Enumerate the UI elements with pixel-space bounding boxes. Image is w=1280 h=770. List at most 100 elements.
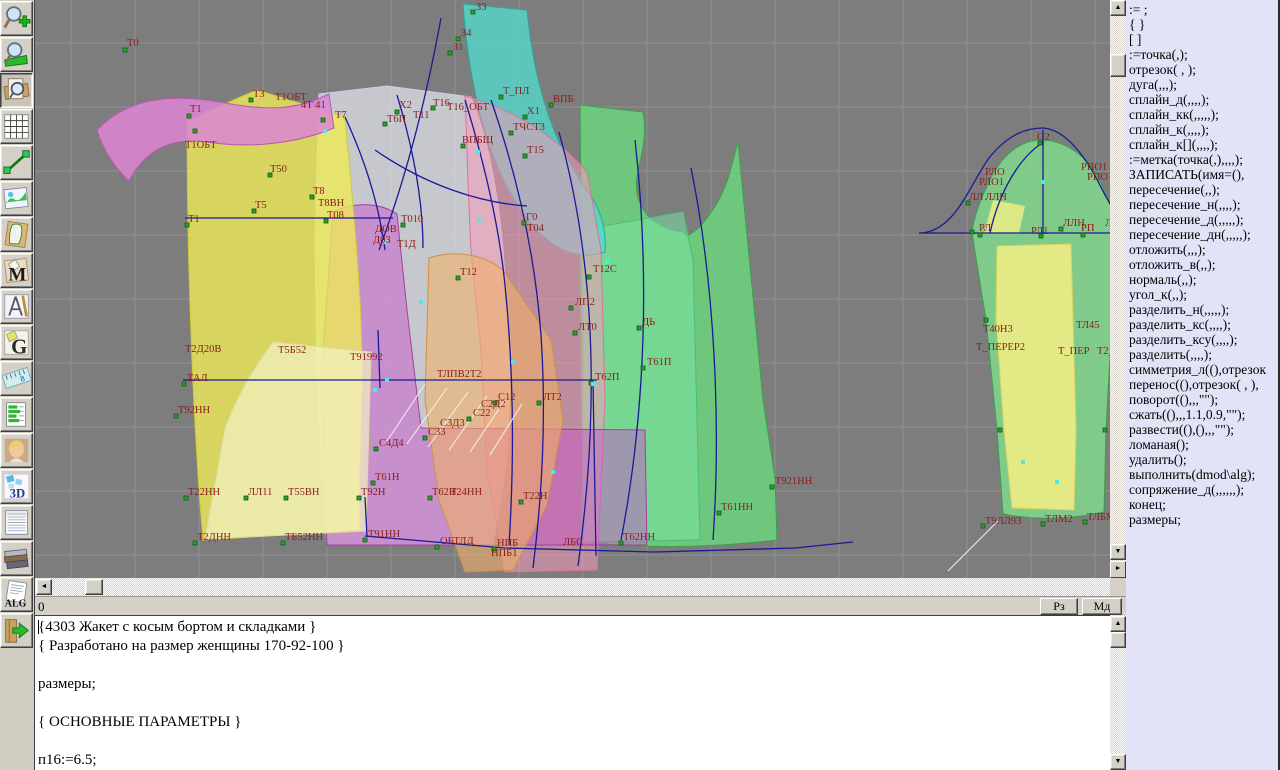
command-item[interactable]: сплайн_д(,,,,); [1129,92,1278,107]
command-item[interactable]: выполнить(dmod\alg); [1129,467,1278,482]
selected-point[interactable] [373,388,377,392]
construction-point[interactable] [573,331,577,335]
selected-point[interactable] [477,218,481,222]
grazia-g-button[interactable]: G [0,325,33,360]
construction-point[interactable] [435,545,439,549]
command-item[interactable]: размеры; [1129,512,1278,527]
command-item[interactable]: развести((),(),,,""); [1129,422,1278,437]
command-item[interactable]: :=метка(точка(,),,,,); [1129,152,1278,167]
editor-vertical-scrollbar[interactable]: ▲ ▼ [1110,615,1126,770]
construction-point[interactable] [467,417,471,421]
construction-point[interactable] [1103,428,1107,432]
construction-point[interactable] [641,366,645,370]
command-item[interactable]: разделить_кс(,,,,); [1129,317,1278,332]
command-item[interactable]: сплайн_к(,,,,); [1129,122,1278,137]
command-item[interactable]: поворот((),,,""); [1129,392,1278,407]
library-books-button[interactable] [0,541,33,576]
algorithm-editor[interactable]: {4303 Жакет с косым бортом и складками }… [35,615,1110,770]
command-item[interactable]: сплайн_к[](,,,,); [1129,137,1278,152]
scroll-down-icon[interactable]: ▼ [1110,754,1126,770]
construction-point[interactable] [984,318,988,322]
command-item[interactable]: пересечение(,,); [1129,182,1278,197]
construction-point[interactable] [970,230,974,234]
model-photo-button[interactable] [0,433,33,468]
command-item[interactable]: нормаль(,,); [1129,272,1278,287]
size-table-button[interactable] [0,397,33,432]
piece-sleeve-inner-band[interactable] [996,244,1076,510]
command-item[interactable]: сопряжение_д(,,,,,,); [1129,482,1278,497]
construction-point[interactable] [587,275,591,279]
construction-point[interactable] [448,51,452,55]
command-item[interactable]: разделить(,,,,); [1129,347,1278,362]
construction-point[interactable] [569,306,573,310]
zoom-page-button[interactable] [0,73,33,108]
selected-point[interactable] [1055,480,1059,484]
construction-point[interactable] [363,538,367,542]
selected-point[interactable] [323,129,327,133]
construction-point[interactable] [471,10,475,14]
command-item[interactable]: { } [1129,17,1278,32]
selected-point[interactable] [551,470,555,474]
command-item[interactable]: сплайн_кк(,,,,,); [1129,107,1278,122]
command-item[interactable]: удалить(); [1129,452,1278,467]
selected-point[interactable] [1041,180,1045,184]
command-item[interactable]: дуга(,,,); [1129,77,1278,92]
canvas-vscroll-thumb[interactable] [1110,54,1126,77]
scroll-up-icon[interactable]: ▲ [1110,0,1126,16]
grid-button[interactable] [0,109,33,144]
image-button[interactable] [0,181,33,216]
drafting-tools-button[interactable] [0,289,33,324]
command-item[interactable]: перенос((),отрезок( , ), [1129,377,1278,392]
selected-point[interactable] [476,150,480,154]
construction-point[interactable] [998,428,1002,432]
canvas-hscroll-thumb[interactable] [85,579,103,595]
command-item[interactable]: сжать((),,,1.1,0.9,""); [1129,407,1278,422]
command-item[interactable]: разделить_н(,,,,,); [1129,302,1278,317]
modeling-m-button[interactable]: M [0,253,33,288]
construction-point[interactable] [537,401,541,405]
construction-point[interactable] [637,326,641,330]
selected-point[interactable] [385,378,389,382]
command-item[interactable]: ломаная(); [1129,437,1278,452]
editor-vscroll-thumb[interactable] [1110,632,1126,648]
construction-point[interactable] [182,382,186,386]
selected-point[interactable] [1021,460,1025,464]
spec-list-button[interactable] [0,505,33,540]
exit-button[interactable] [0,613,33,648]
selected-point[interactable] [419,300,423,304]
scroll-left-icon[interactable]: ◄ [36,579,52,595]
rz-mode-button[interactable]: Рз [1040,598,1078,615]
construction-point[interactable] [423,436,427,440]
construction-point[interactable] [321,118,325,122]
construction-point[interactable] [193,129,197,133]
ruler-button[interactable]: 8 [0,361,33,396]
command-item[interactable]: симметрия_л((),отрезок [1129,362,1278,377]
command-item[interactable]: пересечение_дн(,,,,,); [1129,227,1278,242]
segment-button[interactable] [0,145,33,180]
command-item[interactable]: отложить_в(,,); [1129,257,1278,272]
command-item[interactable]: конец; [1129,497,1278,512]
construction-point[interactable] [456,37,460,41]
command-item[interactable]: угол_к(,,); [1129,287,1278,302]
canvas-vertical-scrollbar[interactable]: ▲ ▼ ► [1110,0,1126,578]
command-item[interactable]: отложить(,,,); [1129,242,1278,257]
md-mode-button[interactable]: Мд [1082,598,1122,615]
zoom-in-button[interactable] [0,1,33,36]
command-item[interactable]: разделить_ксу(,,,,); [1129,332,1278,347]
command-item[interactable]: пересечение_д(,,,,,); [1129,212,1278,227]
drawing-canvas[interactable]: Т0Т3Т1Т1ОБТТ1ОБТ4Т 41Т7Х2Т6ПТ11Т16Т16_ОБ… [35,0,1110,578]
command-item[interactable]: отрезок( , ); [1129,62,1278,77]
construction-point[interactable] [770,485,774,489]
algorithm-alg-button[interactable]: ALG [0,577,33,612]
scroll-right-icon[interactable]: ► [1110,561,1126,578]
view-3d-button[interactable]: 3D [0,469,33,504]
scroll-down-icon[interactable]: ▼ [1110,544,1126,560]
command-item[interactable]: ЗАПИСАТЬ(имя=(), [1129,167,1278,182]
scroll-up-icon[interactable]: ▲ [1110,616,1126,632]
command-item[interactable]: := ; [1129,2,1278,17]
construction-point[interactable] [374,447,378,451]
selected-point[interactable] [511,360,515,364]
command-item[interactable]: :=точка(,); [1129,47,1278,62]
pattern-piece-button[interactable] [0,217,33,252]
canvas-horizontal-scrollbar[interactable]: ◄ [35,578,1110,596]
